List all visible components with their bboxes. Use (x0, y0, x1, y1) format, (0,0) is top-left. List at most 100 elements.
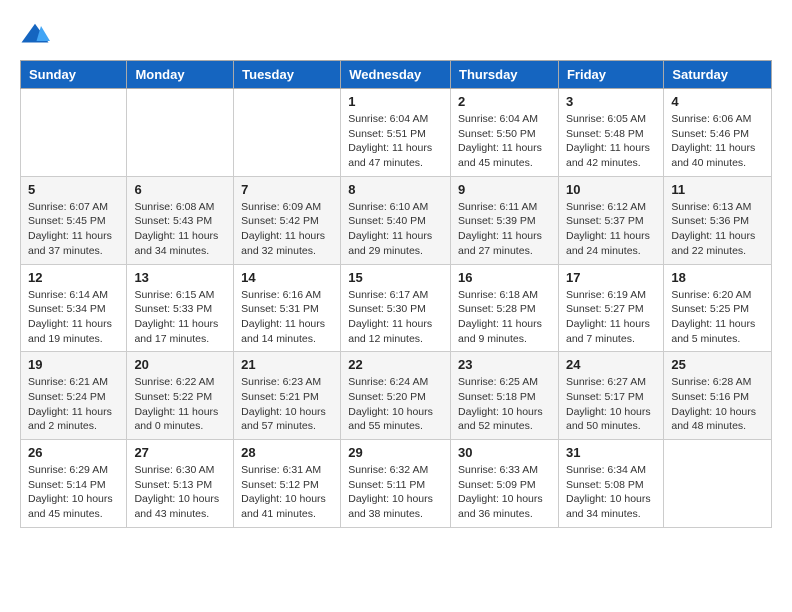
logo (20, 20, 54, 50)
day-info: Sunrise: 6:06 AM Sunset: 5:46 PM Dayligh… (671, 112, 764, 171)
day-number: 7 (241, 182, 333, 197)
day-number: 29 (348, 445, 443, 460)
calendar-cell: 24 Sunrise: 6:27 AM Sunset: 5:17 PM Dayli… (558, 352, 663, 440)
day-number: 24 (566, 357, 656, 372)
calendar-cell: 17 Sunrise: 6:19 AM Sunset: 5:27 PM Dayli… (558, 264, 663, 352)
calendar-cell: 27 Sunrise: 6:30 AM Sunset: 5:13 PM Dayli… (127, 440, 234, 528)
day-number: 1 (348, 94, 443, 109)
day-info: Sunrise: 6:09 AM Sunset: 5:42 PM Dayligh… (241, 200, 333, 259)
day-number: 13 (134, 270, 226, 285)
calendar-cell: 6 Sunrise: 6:08 AM Sunset: 5:43 PM Daylig… (127, 176, 234, 264)
calendar-cell: 19 Sunrise: 6:21 AM Sunset: 5:24 PM Dayli… (21, 352, 127, 440)
calendar-week-3: 12 Sunrise: 6:14 AM Sunset: 5:34 PM Dayli… (21, 264, 772, 352)
day-info: Sunrise: 6:05 AM Sunset: 5:48 PM Dayligh… (566, 112, 656, 171)
day-number: 31 (566, 445, 656, 460)
calendar-cell (127, 89, 234, 177)
calendar-cell: 11 Sunrise: 6:13 AM Sunset: 5:36 PM Dayli… (664, 176, 772, 264)
day-info: Sunrise: 6:08 AM Sunset: 5:43 PM Dayligh… (134, 200, 226, 259)
calendar-cell: 15 Sunrise: 6:17 AM Sunset: 5:30 PM Dayli… (341, 264, 451, 352)
calendar-cell (21, 89, 127, 177)
calendar-cell: 4 Sunrise: 6:06 AM Sunset: 5:46 PM Daylig… (664, 89, 772, 177)
weekday-header-row: SundayMondayTuesdayWednesdayThursdayFrid… (21, 61, 772, 89)
day-info: Sunrise: 6:22 AM Sunset: 5:22 PM Dayligh… (134, 375, 226, 434)
logo-icon (20, 20, 50, 50)
day-number: 23 (458, 357, 551, 372)
day-info: Sunrise: 6:30 AM Sunset: 5:13 PM Dayligh… (134, 463, 226, 522)
calendar-cell: 25 Sunrise: 6:28 AM Sunset: 5:16 PM Dayli… (664, 352, 772, 440)
day-info: Sunrise: 6:19 AM Sunset: 5:27 PM Dayligh… (566, 288, 656, 347)
day-number: 9 (458, 182, 551, 197)
day-info: Sunrise: 6:29 AM Sunset: 5:14 PM Dayligh… (28, 463, 119, 522)
day-number: 17 (566, 270, 656, 285)
calendar-cell: 16Sunrise: 6:18 AM Sunset: 5:28 PM Dayli… (451, 264, 559, 352)
weekday-tuesday: Tuesday (234, 61, 341, 89)
day-number: 21 (241, 357, 333, 372)
calendar-cell: 14 Sunrise: 6:16 AM Sunset: 5:31 PM Dayli… (234, 264, 341, 352)
calendar-table: SundayMondayTuesdayWednesdayThursdayFrid… (20, 60, 772, 528)
calendar-cell (664, 440, 772, 528)
day-info: Sunrise: 6:27 AM Sunset: 5:17 PM Dayligh… (566, 375, 656, 434)
day-info: Sunrise: 6:34 AM Sunset: 5:08 PM Dayligh… (566, 463, 656, 522)
day-info: Sunrise: 6:04 AM Sunset: 5:50 PM Dayligh… (458, 112, 551, 171)
calendar-cell: 8Sunrise: 6:10 AM Sunset: 5:40 PM Daylig… (341, 176, 451, 264)
day-info: Sunrise: 6:31 AM Sunset: 5:12 PM Dayligh… (241, 463, 333, 522)
day-info: Sunrise: 6:10 AM Sunset: 5:40 PM Dayligh… (348, 200, 443, 259)
day-number: 25 (671, 357, 764, 372)
calendar-body: 1 Sunrise: 6:04 AM Sunset: 5:51 PM Daylig… (21, 89, 772, 528)
calendar-week-2: 5Sunrise: 6:07 AM Sunset: 5:45 PM Daylig… (21, 176, 772, 264)
calendar-cell: 9 Sunrise: 6:11 AM Sunset: 5:39 PM Daylig… (451, 176, 559, 264)
calendar-cell (234, 89, 341, 177)
day-number: 28 (241, 445, 333, 460)
calendar-cell: 30 Sunrise: 6:33 AM Sunset: 5:09 PM Dayli… (451, 440, 559, 528)
day-number: 26 (28, 445, 119, 460)
calendar-cell: 20 Sunrise: 6:22 AM Sunset: 5:22 PM Dayli… (127, 352, 234, 440)
day-number: 14 (241, 270, 333, 285)
day-number: 10 (566, 182, 656, 197)
weekday-sunday: Sunday (21, 61, 127, 89)
calendar-cell: 2 Sunrise: 6:04 AM Sunset: 5:50 PM Daylig… (451, 89, 559, 177)
day-info: Sunrise: 6:23 AM Sunset: 5:21 PM Dayligh… (241, 375, 333, 434)
calendar-cell: 18Sunrise: 6:20 AM Sunset: 5:25 PM Dayli… (664, 264, 772, 352)
day-info: Sunrise: 6:13 AM Sunset: 5:36 PM Dayligh… (671, 200, 764, 259)
day-number: 15 (348, 270, 443, 285)
day-info: Sunrise: 6:14 AM Sunset: 5:34 PM Dayligh… (28, 288, 119, 347)
day-number: 2 (458, 94, 551, 109)
day-number: 6 (134, 182, 226, 197)
day-number: 20 (134, 357, 226, 372)
calendar-cell: 3Sunrise: 6:05 AM Sunset: 5:48 PM Daylig… (558, 89, 663, 177)
day-info: Sunrise: 6:04 AM Sunset: 5:51 PM Dayligh… (348, 112, 443, 171)
calendar-cell: 29Sunrise: 6:32 AM Sunset: 5:11 PM Dayli… (341, 440, 451, 528)
day-info: Sunrise: 6:16 AM Sunset: 5:31 PM Dayligh… (241, 288, 333, 347)
page-header (20, 20, 772, 50)
calendar-cell: 1 Sunrise: 6:04 AM Sunset: 5:51 PM Daylig… (341, 89, 451, 177)
calendar-cell: 21 Sunrise: 6:23 AM Sunset: 5:21 PM Dayli… (234, 352, 341, 440)
day-number: 19 (28, 357, 119, 372)
day-info: Sunrise: 6:15 AM Sunset: 5:33 PM Dayligh… (134, 288, 226, 347)
day-info: Sunrise: 6:11 AM Sunset: 5:39 PM Dayligh… (458, 200, 551, 259)
calendar-cell: 31 Sunrise: 6:34 AM Sunset: 5:08 PM Dayli… (558, 440, 663, 528)
calendar-cell: 23Sunrise: 6:25 AM Sunset: 5:18 PM Dayli… (451, 352, 559, 440)
calendar-cell: 12 Sunrise: 6:14 AM Sunset: 5:34 PM Dayli… (21, 264, 127, 352)
day-info: Sunrise: 6:21 AM Sunset: 5:24 PM Dayligh… (28, 375, 119, 434)
day-number: 4 (671, 94, 764, 109)
weekday-wednesday: Wednesday (341, 61, 451, 89)
day-number: 12 (28, 270, 119, 285)
day-number: 22 (348, 357, 443, 372)
day-info: Sunrise: 6:07 AM Sunset: 5:45 PM Dayligh… (28, 200, 119, 259)
day-number: 18 (671, 270, 764, 285)
calendar-week-4: 19 Sunrise: 6:21 AM Sunset: 5:24 PM Dayli… (21, 352, 772, 440)
calendar-cell: 7 Sunrise: 6:09 AM Sunset: 5:42 PM Daylig… (234, 176, 341, 264)
calendar-cell: 26 Sunrise: 6:29 AM Sunset: 5:14 PM Dayli… (21, 440, 127, 528)
calendar-cell: 22Sunrise: 6:24 AM Sunset: 5:20 PM Dayli… (341, 352, 451, 440)
calendar-week-1: 1 Sunrise: 6:04 AM Sunset: 5:51 PM Daylig… (21, 89, 772, 177)
day-number: 27 (134, 445, 226, 460)
day-info: Sunrise: 6:17 AM Sunset: 5:30 PM Dayligh… (348, 288, 443, 347)
calendar-week-5: 26 Sunrise: 6:29 AM Sunset: 5:14 PM Dayli… (21, 440, 772, 528)
calendar-cell: 28 Sunrise: 6:31 AM Sunset: 5:12 PM Dayli… (234, 440, 341, 528)
calendar-cell: 13 Sunrise: 6:15 AM Sunset: 5:33 PM Dayli… (127, 264, 234, 352)
day-number: 30 (458, 445, 551, 460)
day-info: Sunrise: 6:12 AM Sunset: 5:37 PM Dayligh… (566, 200, 656, 259)
day-info: Sunrise: 6:33 AM Sunset: 5:09 PM Dayligh… (458, 463, 551, 522)
day-info: Sunrise: 6:28 AM Sunset: 5:16 PM Dayligh… (671, 375, 764, 434)
day-number: 11 (671, 182, 764, 197)
